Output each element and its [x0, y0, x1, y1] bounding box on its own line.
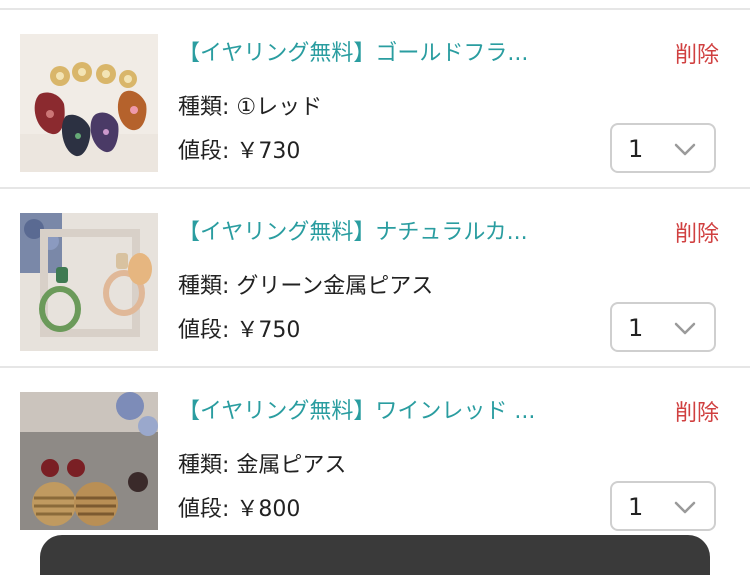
- cart-item: 【イヤリング無料】ゴールドフラ... 削除 種類: ①レッド 値段: ￥730 …: [0, 11, 750, 189]
- cart-item: 【イヤリング無料】ナチュラルカ... 削除 種類: グリーン金属ピアス 値段: …: [0, 190, 750, 368]
- product-title[interactable]: 【イヤリング無料】ワインレッド ...: [178, 393, 578, 425]
- quantity-value: 1: [628, 135, 644, 163]
- cart-item: 【イヤリング無料】ワインレッド ... 削除 種類: 金属ピアス 値段: ￥80…: [0, 369, 750, 547]
- quantity-value: 1: [628, 493, 644, 521]
- price-text: 値段: ￥730: [178, 139, 301, 164]
- delete-button[interactable]: 削除: [675, 395, 719, 427]
- product-image[interactable]: [20, 34, 158, 172]
- price-text: 値段: ￥750: [178, 318, 301, 343]
- quantity-select[interactable]: 1: [610, 481, 716, 531]
- chevron-down-icon: [674, 143, 696, 156]
- chevron-down-icon: [674, 322, 696, 335]
- top-border: [0, 8, 750, 10]
- variant-text: 種類: グリーン金属ピアス: [178, 274, 434, 299]
- product-title[interactable]: 【イヤリング無料】ゴールドフラ...: [178, 35, 578, 67]
- item-separator: [0, 187, 750, 189]
- item-separator: [0, 366, 750, 368]
- quantity-value: 1: [628, 314, 644, 342]
- product-image[interactable]: [20, 213, 158, 351]
- chevron-down-icon: [674, 501, 696, 514]
- quantity-select[interactable]: 1: [610, 302, 716, 352]
- bottom-action-bar[interactable]: [40, 535, 710, 575]
- product-title[interactable]: 【イヤリング無料】ナチュラルカ...: [178, 214, 578, 246]
- delete-button[interactable]: 削除: [675, 216, 719, 248]
- price-text: 値段: ￥800: [178, 497, 301, 522]
- quantity-select[interactable]: 1: [610, 123, 716, 173]
- variant-text: 種類: ①レッド: [178, 95, 323, 120]
- delete-button[interactable]: 削除: [675, 37, 719, 69]
- product-image[interactable]: [20, 392, 158, 530]
- variant-text: 種類: 金属ピアス: [178, 453, 347, 478]
